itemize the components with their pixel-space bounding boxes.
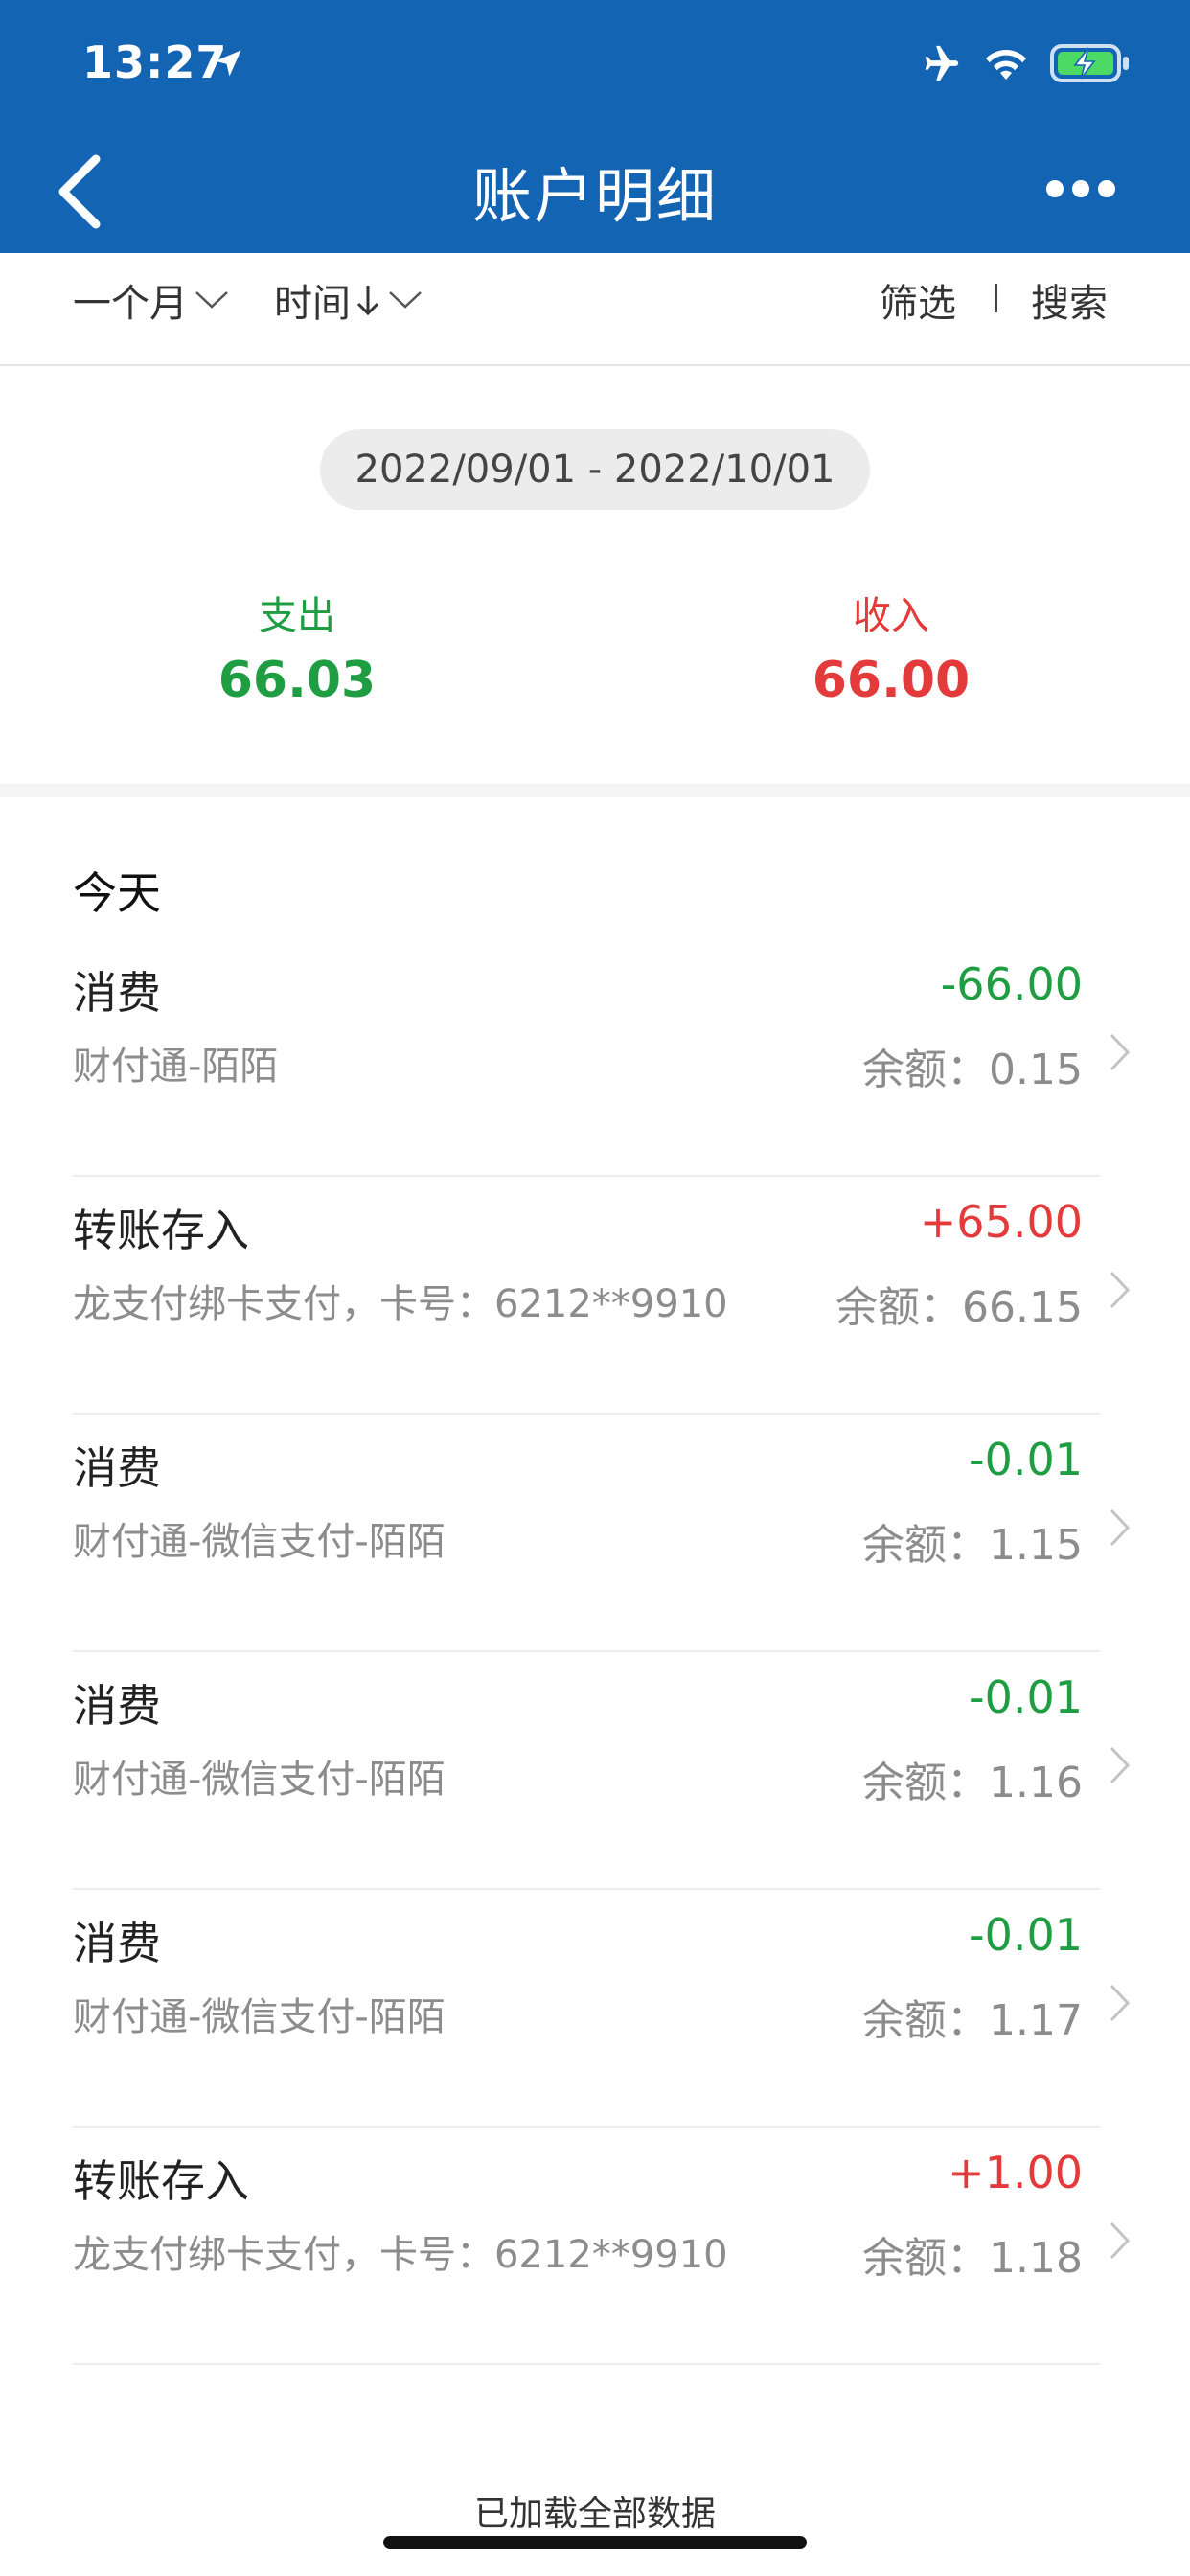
transaction-balance: 余额：1.16 <box>862 1759 1083 1807</box>
airplane-mode-icon <box>925 45 959 81</box>
period-dropdown[interactable]: 一个月 <box>73 272 230 328</box>
status-bar: 13:27 <box>0 0 1190 126</box>
app-header: 13:27 账户明细 <box>0 0 1190 253</box>
transaction-row[interactable]: 转账存入 龙支付绑卡支付，卡号：6212**9910 +1.00 余额：1.18 <box>0 2128 1190 2365</box>
page-title: 账户明细 <box>471 161 718 231</box>
transaction-title: 消费 <box>73 967 161 1019</box>
chevron-right-icon <box>1110 1746 1131 1784</box>
filter-button[interactable]: 筛选 <box>880 272 956 328</box>
section-title-today: 今天 <box>73 867 161 919</box>
transaction-balance: 余额：1.17 <box>862 1996 1083 2045</box>
filter-toolbar: 一个月 时间 筛选 搜索 <box>0 253 1190 366</box>
battery-charging-icon <box>1050 44 1129 82</box>
transaction-amount: -0.01 <box>968 1671 1083 1723</box>
summary-panel: 2022/09/01 - 2022/10/01 支出 66.03 收入 66.0… <box>0 366 1190 784</box>
transaction-amount: +65.00 <box>919 1196 1083 1248</box>
transaction-row[interactable]: 转账存入 龙支付绑卡支付，卡号：6212**9910 +65.00 余额：66.… <box>0 1177 1190 1414</box>
transaction-title: 转账存入 <box>73 2155 249 2207</box>
transaction-amount: -66.00 <box>940 958 1083 1010</box>
transaction-balance: 余额：0.15 <box>862 1046 1083 1094</box>
chevron-right-icon <box>1110 1984 1131 2022</box>
search-button[interactable]: 搜索 <box>1031 272 1108 328</box>
transaction-amount: -0.01 <box>968 1909 1083 1961</box>
transaction-description: 龙支付绑卡支付，卡号：6212**9910 <box>73 1282 728 1326</box>
transaction-row[interactable]: 消费 财付通-微信支付-陌陌 -0.01 余额：1.17 <box>0 1890 1190 2128</box>
chevron-down-icon <box>195 291 228 309</box>
transaction-description: 财付通-微信支付-陌陌 <box>73 1520 446 1564</box>
transaction-balance: 余额：1.18 <box>862 2234 1083 2283</box>
wifi-icon <box>986 50 1026 80</box>
transaction-balance: 余额：1.15 <box>862 1521 1083 1570</box>
income-total: 66.00 <box>812 652 971 709</box>
transaction-description: 财付通-微信支付-陌陌 <box>73 1995 446 2039</box>
transaction-balance: 余额：66.15 <box>835 1283 1083 1332</box>
transaction-title: 消费 <box>73 1442 161 1494</box>
location-arrow-icon <box>215 50 241 77</box>
sort-dropdown[interactable]: 时间 <box>274 272 423 328</box>
chevron-right-icon <box>1110 1033 1131 1071</box>
transaction-row[interactable]: 消费 财付通-微信支付-陌陌 -0.01 余额：1.15 <box>0 1414 1190 1652</box>
chevron-right-icon <box>1110 2221 1131 2260</box>
income-label: 收入 <box>853 594 929 638</box>
transaction-description: 龙支付绑卡支付，卡号：6212**9910 <box>73 2233 728 2277</box>
more-icon[interactable] <box>1044 176 1117 201</box>
transaction-title: 消费 <box>73 1918 161 1969</box>
all-loaded-message: 已加载全部数据 <box>473 2495 716 2534</box>
chevron-down-icon <box>389 291 422 309</box>
home-indicator[interactable] <box>383 2536 807 2549</box>
transaction-title: 消费 <box>73 1680 161 1732</box>
transaction-amount: +1.00 <box>948 2147 1083 2198</box>
transaction-row[interactable]: 消费 财付通-微信支付-陌陌 -0.01 余额：1.16 <box>0 1652 1190 1890</box>
transaction-description: 财付通-陌陌 <box>73 1045 279 1089</box>
row-divider <box>73 2363 1100 2365</box>
expense-total: 66.03 <box>217 652 377 709</box>
navigation-bar: 账户明细 <box>0 126 1190 253</box>
transaction-row[interactable]: 消费 财付通-陌陌 -66.00 余额：0.15 <box>0 939 1190 1177</box>
sort-label: 时间 <box>274 282 351 326</box>
transaction-title: 转账存入 <box>73 1205 249 1256</box>
date-range-pill[interactable]: 2022/09/01 - 2022/10/01 <box>320 429 870 510</box>
transaction-description: 财付通-微信支付-陌陌 <box>73 1758 446 1802</box>
chevron-right-icon <box>1110 1271 1131 1309</box>
chevron-right-icon <box>1110 1508 1131 1547</box>
toolbar-separator <box>995 284 997 312</box>
arrow-down-icon <box>356 286 379 316</box>
status-time: 13:27 <box>82 36 228 88</box>
section-gap <box>0 784 1190 797</box>
transaction-amount: -0.01 <box>968 1434 1083 1485</box>
period-label: 一个月 <box>73 282 188 326</box>
expense-label: 支出 <box>259 594 335 638</box>
